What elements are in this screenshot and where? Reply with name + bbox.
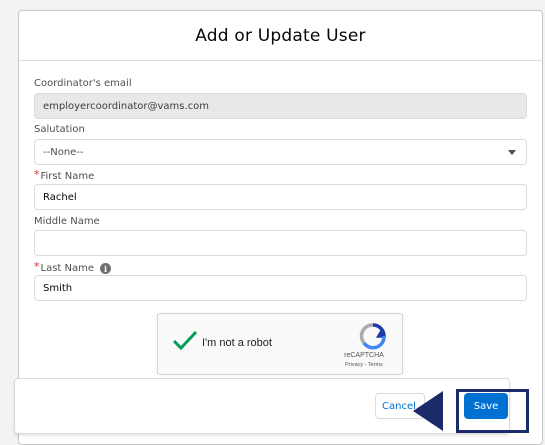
last-name-field[interactable]: Smith — [34, 275, 527, 301]
middle-name-label: Middle Name — [34, 216, 100, 227]
salutation-value: --None-- — [43, 146, 84, 158]
salutation-select[interactable]: --None-- — [34, 139, 527, 165]
last-name-value: Smith — [43, 282, 73, 294]
middle-name-field[interactable] — [34, 230, 527, 256]
first-name-value: Rachel — [43, 191, 77, 203]
info-icon[interactable]: i — [100, 263, 112, 274]
coordinator-email-value: employercoordinator@vams.com — [43, 100, 210, 112]
required-marker: * — [34, 168, 40, 181]
recaptcha-brand: reCAPTCHA — [344, 352, 384, 359]
recaptcha-terms-link[interactable]: Privacy - Terms — [334, 362, 394, 368]
first-name-label-text: First Name — [40, 171, 95, 182]
last-name-label: * Last Name i — [34, 260, 112, 275]
modal-header: Add or Update User — [19, 11, 542, 61]
salutation-label-text: Salutation — [34, 124, 85, 135]
coordinator-email-label-text: Coordinator's email — [34, 78, 132, 89]
recaptcha-label: I'm not a robot — [202, 337, 272, 349]
modal-title: Add or Update User — [195, 25, 366, 46]
salutation-label: Salutation — [34, 124, 85, 135]
first-name-field[interactable]: Rachel — [34, 184, 527, 210]
checkmark-icon[interactable] — [172, 330, 198, 355]
middle-name-label-text: Middle Name — [34, 216, 100, 227]
pointer-arrow-icon — [413, 391, 443, 431]
save-highlight-box — [456, 389, 529, 433]
recaptcha-widget[interactable]: I'm not a robot reCAPTCHA Privacy - Term… — [157, 313, 403, 375]
last-name-label-text: Last Name — [40, 263, 95, 274]
chevron-down-icon — [508, 150, 516, 155]
coordinator-email-label: Coordinator's email — [34, 78, 132, 89]
recaptcha-logo-icon — [358, 322, 388, 355]
first-name-label: * First Name — [34, 168, 95, 183]
required-marker: * — [34, 260, 40, 273]
coordinator-email-field: employercoordinator@vams.com — [34, 93, 527, 119]
